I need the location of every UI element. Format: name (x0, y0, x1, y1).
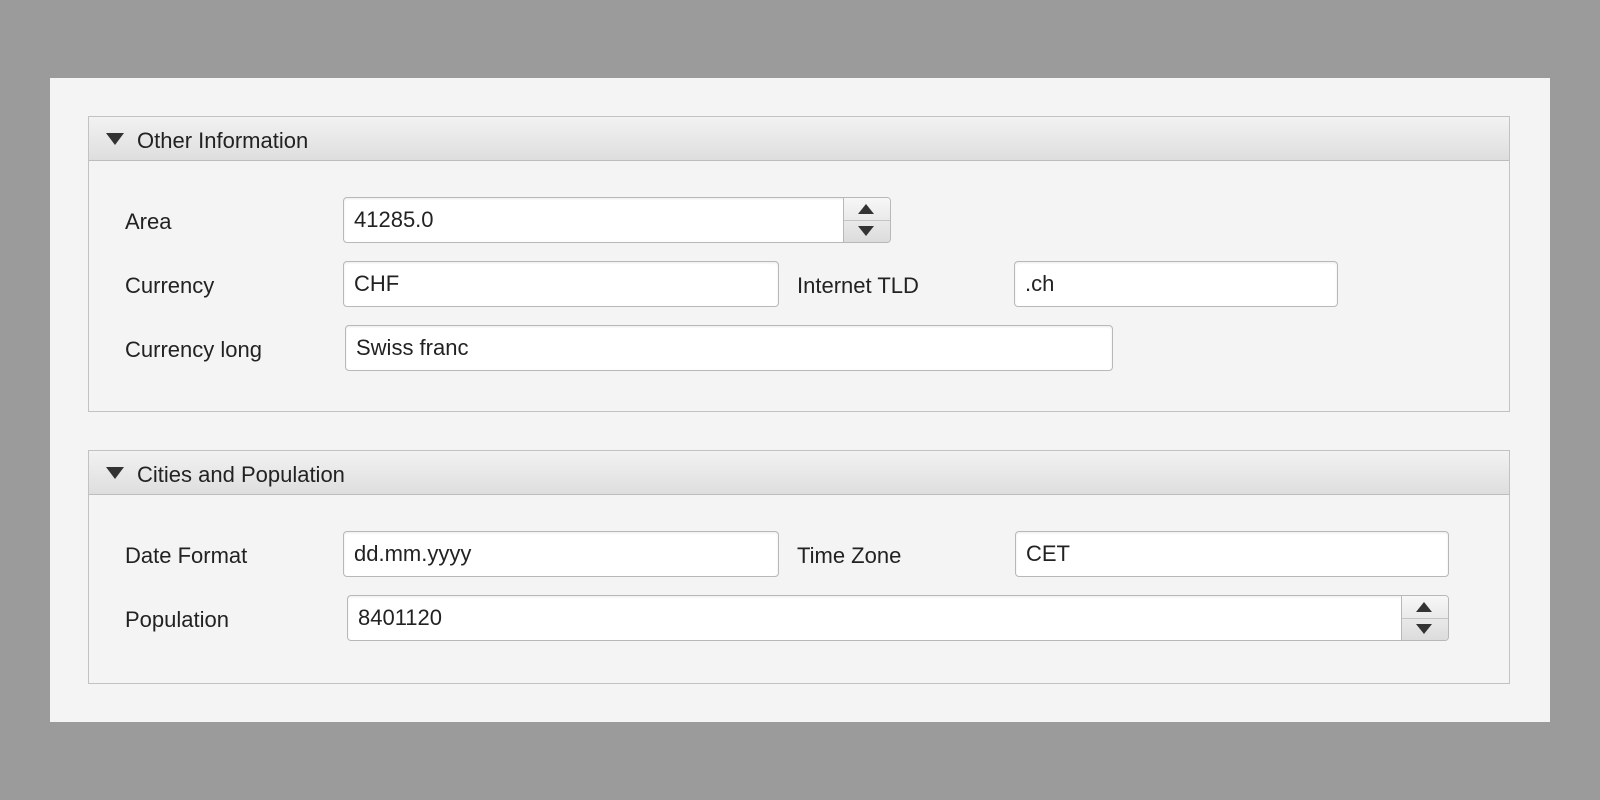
pane-title: Cities and Population (137, 462, 345, 487)
area-increment-button[interactable] (844, 198, 890, 221)
other-information-header[interactable]: Other Information (89, 117, 1509, 161)
form-window: Other Information Area Currency Internet… (50, 78, 1550, 722)
area-decrement-button[interactable] (844, 220, 890, 242)
arrow-up-icon (1416, 602, 1432, 612)
population-increment-button[interactable] (1402, 596, 1448, 619)
other-information-pane: Other Information Area Currency Internet… (88, 116, 1510, 412)
population-spinner (347, 595, 1449, 641)
cities-and-population-header[interactable]: Cities and Population (89, 451, 1509, 495)
time-zone-label: Time Zone (797, 543, 902, 568)
population-decrement-button[interactable] (1402, 618, 1448, 640)
currency-long-input[interactable] (345, 325, 1113, 371)
internet-tld-input[interactable] (1014, 261, 1338, 307)
population-spin-buttons (1401, 596, 1448, 640)
internet-tld-label: Internet TLD (797, 273, 919, 298)
date-format-input[interactable] (343, 531, 779, 577)
area-spin-buttons (843, 198, 890, 242)
currency-long-label: Currency long (125, 337, 262, 362)
date-format-label: Date Format (125, 543, 248, 568)
arrow-down-icon (858, 226, 874, 236)
currency-input[interactable] (343, 261, 779, 307)
area-spinner (343, 197, 891, 243)
arrow-down-icon (1416, 624, 1432, 634)
population-input[interactable] (348, 596, 1404, 640)
area-label: Area (125, 209, 172, 234)
triangle-down-icon (106, 467, 124, 479)
pane-title: Other Information (137, 128, 309, 153)
area-input[interactable] (344, 198, 846, 242)
arrow-up-icon (858, 204, 874, 214)
population-label: Population (125, 607, 229, 632)
time-zone-input[interactable] (1015, 531, 1449, 577)
currency-label: Currency (125, 273, 215, 298)
triangle-down-icon (106, 133, 124, 145)
cities-and-population-pane: Cities and Population Date Format Time Z… (88, 450, 1510, 684)
